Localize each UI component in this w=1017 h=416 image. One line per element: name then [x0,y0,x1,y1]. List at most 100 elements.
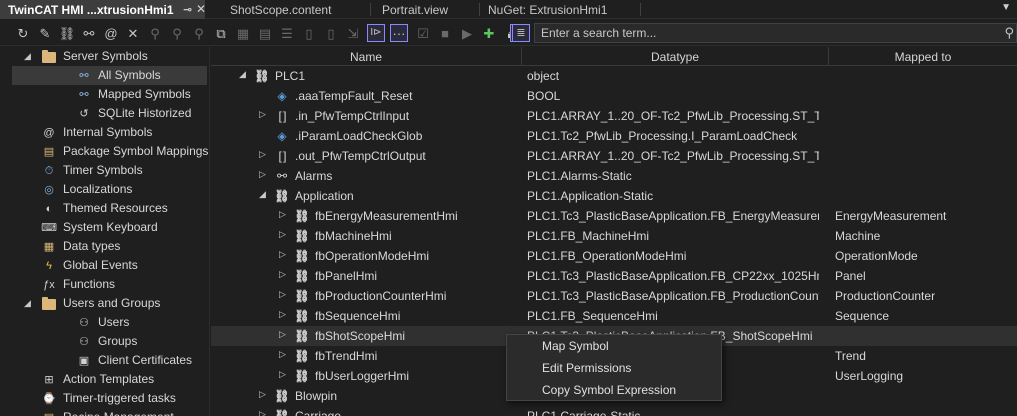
chevron-right-icon[interactable]: ▷ [259,109,266,120]
copy-icon[interactable]: ⧉ [212,24,230,42]
nav-item-recipe-management[interactable]: ▤ Recipe Management [0,408,209,416]
nav-item-system-keyboard[interactable]: ⌨ System Keyboard [0,218,209,237]
refresh-icon[interactable]: ↻ [14,24,32,42]
tab-portrait-view[interactable]: Portrait.view [374,0,474,19]
search-icon[interactable]: ⚲ [1004,25,1014,41]
delete-icon[interactable]: ✕ [124,24,142,42]
tab-nuget[interactable]: NuGet: ExtrusionHmi1 [480,0,640,19]
remove-link-icon[interactable]: ⚯ [80,24,98,42]
symbol-row[interactable]: ▷ ⛓ fbSequenceHmi PLC1.FB_SequenceHmi Sequen… [211,306,1017,326]
mapped-symbols-icon: ⚯ [79,88,89,101]
menu-item-edit-permissions[interactable]: Edit Permissions [507,357,721,379]
list-view-icon[interactable]: ≣ [512,24,530,42]
nav-item-data-types[interactable]: ▦ Data types [0,237,209,256]
map-all-icon[interactable]: ⚲ [168,24,186,42]
more-icon[interactable]: ··· [390,24,408,42]
table-icon[interactable]: ▤ [256,24,274,42]
chevron-down-icon[interactable]: ◢ [24,298,31,309]
chevron-right-icon[interactable]: ▷ [279,289,286,300]
chevron-right-icon[interactable]: ▷ [259,389,266,400]
nav-item-timer-symbols[interactable]: ⏱ Timer Symbols [0,161,209,180]
doc-alt-icon[interactable]: ▯ [322,24,340,42]
nav-item-all-symbols[interactable]: ⚯ All Symbols [12,66,207,85]
symbol-row[interactable]: ▷ ⛓ fbMachineHmi PLC1.FB_MachineHmi Machine [211,226,1017,246]
grid-icon[interactable]: ▦ [234,24,252,42]
symbol-name: fbShotScopeHmi [315,329,406,343]
chevron-down-icon[interactable]: ◢ [24,51,31,62]
add-symbol-icon[interactable]: ✎ [36,24,54,42]
symbol-row[interactable]: ▷ [ ] .out_PfwTempCtrlOutput PLC1.ARRAY_1..… [211,146,1017,166]
unmap-icon[interactable]: ⚲ [190,24,208,42]
play-icon[interactable]: ▶ [458,24,476,42]
symbol-row[interactable]: ◢ ⛓ PLC1 object [211,66,1017,86]
nav-item-themed-resources[interactable]: ◐ Themed Resources [0,199,209,218]
document-tab-strip: TwinCAT HMI ...xtrusionHmi1 ⊸ ✕ ShotScop… [0,0,1017,19]
map-icon[interactable]: ⚲ [146,24,164,42]
chevron-right-icon[interactable]: ▷ [279,249,286,260]
checkbox-icon[interactable]: ☑ [414,24,432,42]
link-icon: ⛓ [274,409,290,416]
chevron-right-icon[interactable]: ▷ [259,409,266,416]
list-icon[interactable]: ☰ [278,24,296,42]
symbol-row[interactable]: ◈ .iParamLoadCheckGlob PLC1.Tc2_PfwLib_Pro… [211,126,1017,146]
symbol-row[interactable]: ▷ ⚯ Alarms PLC1.Alarms-Static [211,166,1017,186]
close-icon[interactable]: ✕ [196,2,206,16]
chevron-down-icon[interactable]: ◢ [259,189,266,200]
pin-icon[interactable]: ⊸ [183,3,192,16]
nav-item-localizations[interactable]: ◎ Localizations [0,180,209,199]
symbol-mapped-to: EnergyMeasurement [835,209,947,223]
chevron-right-icon[interactable]: ▷ [279,329,286,340]
nav-item-internal-symbols[interactable]: @ Internal Symbols [0,123,209,142]
chevron-right-icon[interactable]: ▷ [279,209,286,220]
tab-shotscope-content[interactable]: ShotScope.content [222,0,372,19]
nav-item-users-and-groups[interactable]: ◢ Users and Groups [0,294,209,313]
stop-icon[interactable]: ■ [436,24,454,42]
column-header-datatype[interactable]: Datatype [522,47,829,66]
symbol-name: PLC1 [275,69,306,83]
column-header-mapped-to[interactable]: Mapped to [829,47,1017,66]
nav-item-functions[interactable]: ƒx Functions [0,275,209,294]
chevron-right-icon[interactable]: ▷ [259,169,266,180]
symbol-row[interactable]: ▷ ⛓ fbOperationModeHmi PLC1.FB_OperationMod… [211,246,1017,266]
chevron-right-icon[interactable]: ▷ [279,309,286,320]
nav-item-action-templates[interactable]: ⊞ Action Templates [0,370,209,389]
doc-icon[interactable]: ▯ [300,24,318,42]
symbol-row[interactable]: ◢ ⛓ Application PLC1.Application-Static [211,186,1017,206]
symbol-row[interactable]: ▷ ⛓ fbEnergyMeasurementHmi PLC1.Tc3_Plastic… [211,206,1017,226]
action-template-icon: ⊞ [44,373,54,386]
symbol-row[interactable]: ▷ ⛓ Carriage PLC1.Carriage-Static [211,406,1017,416]
nav-item-client-certificates[interactable]: ▣ Client Certificates [0,351,209,370]
chevron-right-icon[interactable]: ▷ [259,149,266,160]
nav-item-global-events[interactable]: ϟ Global Events [0,256,209,275]
symbol-row[interactable]: ◈ .aaaTempFault_Reset BOOL [211,86,1017,106]
nav-item-users[interactable]: ⚇ Users [0,313,209,332]
add-green-icon[interactable]: ✚ [480,24,498,42]
tab-twincat-hmi[interactable]: TwinCAT HMI ...xtrusionHmi1 ⊸ ✕ [0,0,206,19]
chevron-right-icon[interactable]: ▷ [279,349,286,360]
at-icon[interactable]: @ [102,24,120,42]
symbol-datatype: PLC1.Alarms-Static [527,169,632,183]
menu-item-copy-symbol-expression[interactable]: Copy Symbol Expression [507,379,721,401]
symbol-row[interactable]: ▷ [ ] .in_PfwTempCtrlInput PLC1.ARRAY_1..20… [211,106,1017,126]
search-input[interactable] [541,26,991,40]
export-icon[interactable]: ⇲ [344,24,362,42]
search-box[interactable]: ⚲ [534,23,1017,43]
nav-item-sqlite-historized[interactable]: ↺ SQLite Historized [0,104,209,123]
chevron-down-icon[interactable]: ▼ [1001,2,1011,13]
menu-item-map-symbol[interactable]: Map Symbol [507,335,721,357]
chevron-right-icon[interactable]: ▷ [279,369,286,380]
symbol-row[interactable]: ▷ ⛓ fbPanelHmi PLC1.Tc3_PlasticBaseApplicat… [211,266,1017,286]
id-filter-icon[interactable]: I⊳ [367,24,385,42]
chevron-right-icon[interactable]: ▷ [279,269,286,280]
nav-item-groups[interactable]: ⚇ Groups [0,332,209,351]
symbol-name: .in_PfwTempCtrlInput [295,109,410,123]
link-icon[interactable]: ⛓ [58,24,76,42]
nav-item-package-symbol-mappings[interactable]: ▤ Package Symbol Mappings [0,142,209,161]
nav-item-server-symbols[interactable]: ◢ Server Symbols [0,47,209,66]
nav-item-mapped-symbols[interactable]: ⚯ Mapped Symbols [0,85,209,104]
chevron-right-icon[interactable]: ▷ [279,229,286,240]
column-header-name[interactable]: Name [211,47,522,66]
symbol-row[interactable]: ▷ ⛓ fbProductionCounterHmi PLC1.Tc3_Plastic… [211,286,1017,306]
nav-item-timer-triggered-tasks[interactable]: ⌚ Timer-triggered tasks [0,389,209,408]
chevron-down-icon[interactable]: ◢ [239,69,246,80]
